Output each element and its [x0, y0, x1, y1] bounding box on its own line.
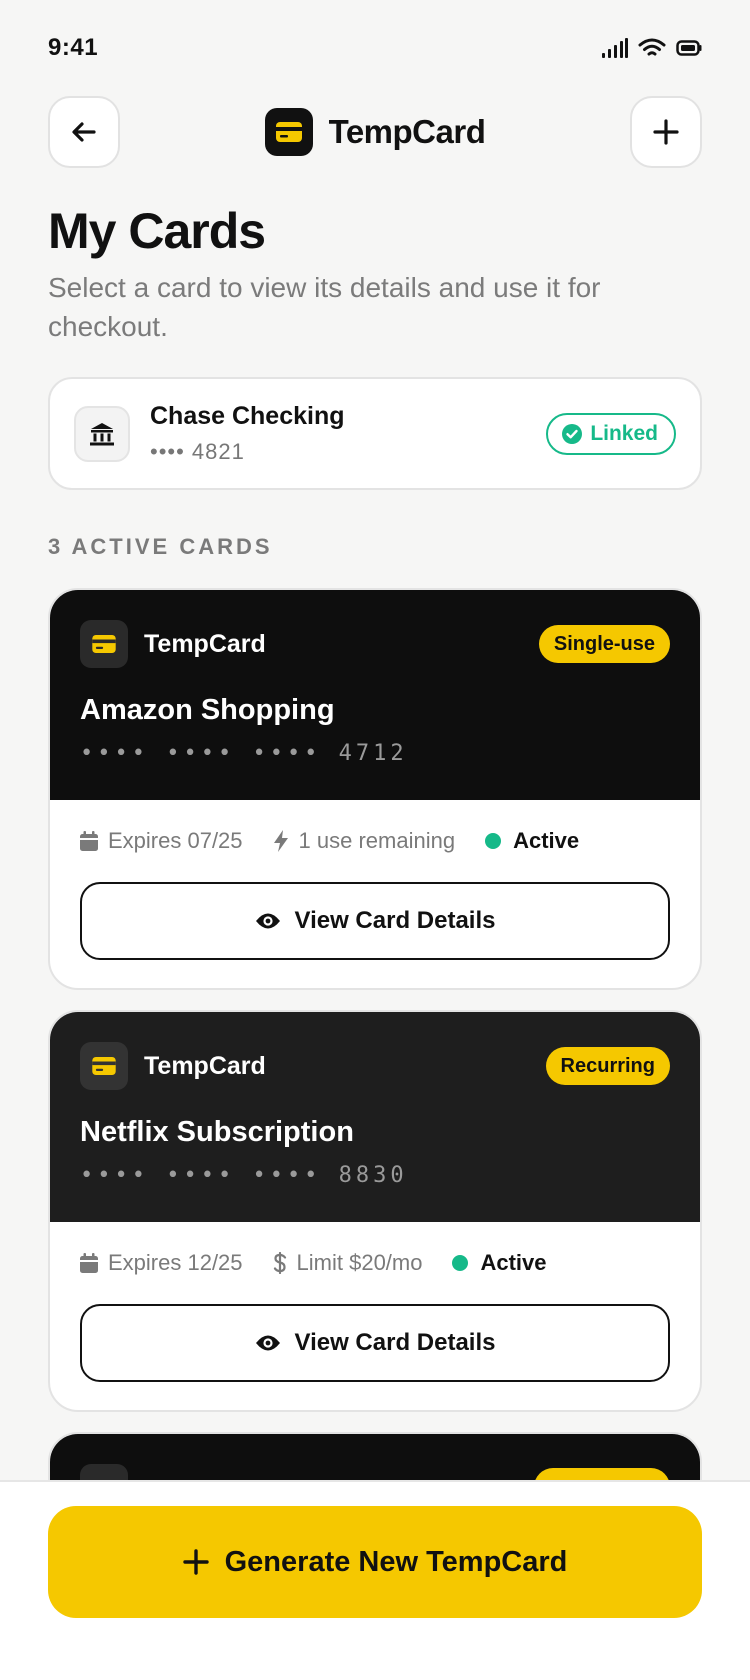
dollar-icon	[273, 1252, 286, 1274]
section-label: 3 ACTIVE CARDS	[48, 534, 273, 559]
eye-icon	[255, 1335, 280, 1351]
brand-logo	[264, 108, 313, 156]
wifi-icon	[638, 38, 666, 56]
credit-card-icon	[92, 635, 116, 653]
card-usage: 1 use remaining	[273, 828, 456, 854]
card-expiry: Expires 12/25	[80, 1250, 243, 1276]
view-card-details-button[interactable]: View Card Details	[80, 882, 670, 960]
check-circle-icon	[562, 423, 583, 444]
card-limit-text: Limit $20/mo	[296, 1250, 423, 1275]
calendar-icon	[80, 831, 98, 851]
card-logo	[80, 620, 128, 668]
bank-building-icon	[90, 422, 114, 445]
view-card-details-button[interactable]: View Card Details	[80, 1304, 670, 1382]
plus-icon	[653, 119, 679, 145]
bank-text: Chase Checking •••• 4821	[150, 402, 546, 465]
bank-icon	[74, 405, 130, 462]
bank-masked-number: •••• 4821	[150, 439, 245, 464]
card-face: TempCard Recurring Netflix Subscription …	[50, 1012, 700, 1222]
card-status: Active	[452, 1250, 547, 1276]
card-expiry-text: Expires 07/25	[108, 828, 243, 853]
card-header-row: TempCard Recurring	[80, 1042, 670, 1090]
app-screen: 9:41 TempCard My Cards Select a card to …	[0, 0, 750, 1680]
bottom-action-bar: Generate New TempCard	[0, 1480, 750, 1680]
calendar-icon	[80, 1253, 98, 1273]
card-limit: Limit $20/mo	[273, 1250, 423, 1276]
card-brand: TempCard	[80, 1042, 266, 1090]
battery-icon	[676, 40, 702, 56]
card-logo	[80, 1042, 128, 1090]
status-icons	[602, 38, 702, 58]
view-card-details-label: View Card Details	[294, 1329, 496, 1356]
signal-icon	[602, 38, 628, 58]
app-header: TempCard	[48, 96, 702, 168]
arrow-left-icon	[72, 122, 96, 142]
card-name: Amazon Shopping	[80, 694, 335, 726]
card-status: Active	[485, 828, 579, 854]
linked-status-badge: Linked	[546, 412, 676, 455]
status-bar: 9:41	[48, 28, 702, 68]
card-meta: Expires 12/25 Limit $20/mo Active	[80, 1246, 670, 1280]
card-status-text: Active	[513, 828, 580, 853]
generate-tempcard-button[interactable]: Generate New TempCard	[48, 1506, 702, 1618]
credit-card-icon	[275, 122, 302, 142]
card-brand: TempCard	[80, 620, 266, 668]
card-masked-number: •••• •••• •••• 8830	[80, 1163, 408, 1188]
linked-label: Linked	[590, 421, 658, 445]
card-masked-number: •••• •••• •••• 4712	[80, 741, 408, 766]
status-dot-icon	[485, 833, 502, 849]
tempcard-item[interactable]: TempCard Single-use Amazon Shopping ••••…	[48, 588, 702, 990]
back-button[interactable]	[48, 96, 120, 168]
bank-name: Chase Checking	[150, 402, 345, 430]
linked-bank-account[interactable]: Chase Checking •••• 4821 Linked	[48, 377, 702, 490]
card-details: Expires 07/25 1 use remaining Active Vie…	[50, 800, 700, 988]
generate-tempcard-label: Generate New TempCard	[224, 1545, 568, 1578]
card-expiry: Expires 07/25	[80, 828, 243, 854]
add-card-button[interactable]	[630, 96, 702, 168]
brand-name: TempCard	[328, 113, 486, 150]
card-status-text: Active	[480, 1250, 547, 1275]
card-face: TempCard Single-use Amazon Shopping ••••…	[50, 590, 700, 800]
view-card-details-label: View Card Details	[294, 907, 496, 934]
tempcard-item[interactable]: TempCard Recurring Netflix Subscription …	[48, 1010, 702, 1412]
eye-icon	[255, 913, 280, 929]
card-type-badge: Single-use	[538, 625, 670, 663]
credit-card-icon	[92, 1057, 116, 1075]
card-meta: Expires 07/25 1 use remaining Active	[80, 824, 670, 858]
page-subtitle: Select a card to view its details and us…	[48, 272, 601, 342]
page-title: My Cards	[48, 203, 266, 259]
status-time: 9:41	[48, 34, 99, 61]
card-usage-text: 1 use remaining	[298, 828, 456, 853]
card-expiry-text: Expires 12/25	[108, 1250, 243, 1275]
card-brand-name: TempCard	[144, 629, 266, 658]
card-name: Netflix Subscription	[80, 1116, 354, 1148]
brand: TempCard	[264, 108, 486, 156]
card-type-badge: Recurring	[545, 1047, 670, 1085]
status-dot-icon	[452, 1255, 469, 1271]
card-header-row: TempCard Single-use	[80, 620, 670, 668]
bolt-icon	[273, 830, 288, 852]
plus-icon	[182, 1549, 209, 1575]
card-details: Expires 12/25 Limit $20/mo Active View C…	[50, 1222, 700, 1410]
card-brand-name: TempCard	[144, 1051, 266, 1080]
